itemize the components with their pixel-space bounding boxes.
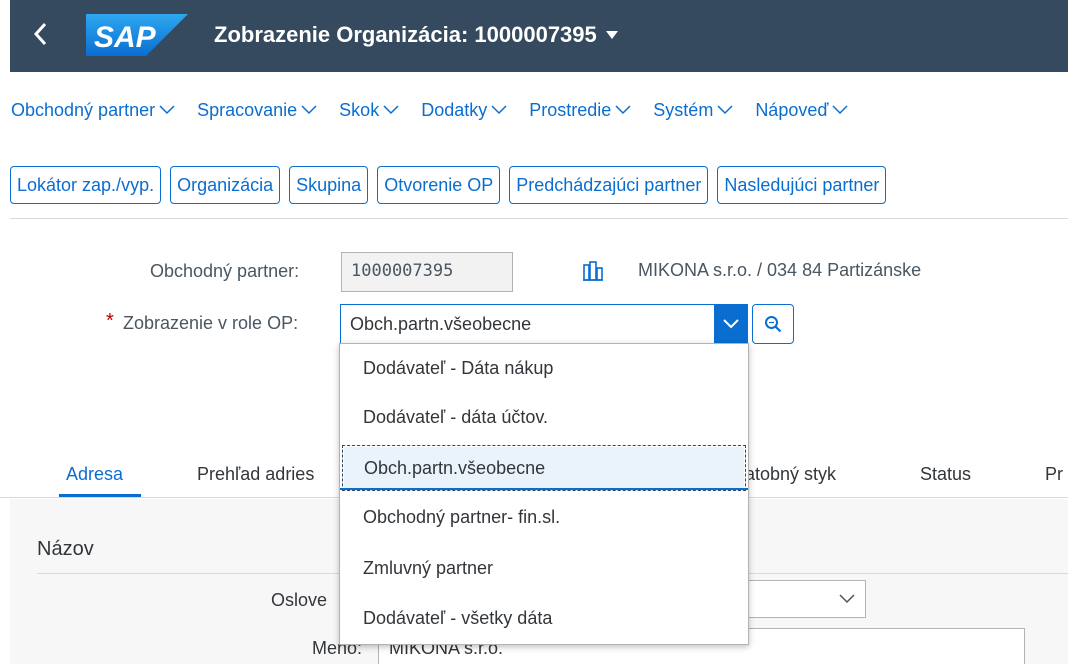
dropdown-option-selected[interactable]: Obch.partn.všeobecne bbox=[342, 445, 746, 491]
menu-label: Nápoveď bbox=[755, 99, 829, 120]
organization-button[interactable]: Organizácia bbox=[170, 166, 281, 204]
salutation-select[interactable] bbox=[740, 580, 866, 618]
active-tab-indicator bbox=[59, 494, 141, 497]
dropdown-option[interactable]: Dodávateľ - všetky dáta bbox=[340, 596, 748, 642]
role-label: Zobrazenie v role OP: bbox=[123, 313, 299, 333]
tab-adresa[interactable]: Adresa bbox=[66, 464, 123, 485]
partner-description: MIKONA s.r.o. / 034 84 Partizánske bbox=[638, 260, 922, 280]
salutation-label: Oslove bbox=[271, 590, 328, 610]
caret-down-icon bbox=[605, 31, 618, 39]
role-dropdown-list: Dodávateľ - Dáta nákup Dodávateľ - dáta … bbox=[339, 343, 749, 645]
back-button[interactable] bbox=[28, 19, 52, 49]
chevron-down-icon bbox=[839, 594, 855, 604]
shell-bar: SAP Zobrazenie Organizácia: 1000007395 bbox=[10, 0, 1068, 72]
app-title[interactable]: Zobrazenie Organizácia: 1000007395 bbox=[214, 22, 619, 48]
chevron-down-icon bbox=[383, 105, 399, 115]
open-bp-button[interactable]: Otvorenie OP bbox=[377, 166, 501, 204]
menu-label: Spracovanie bbox=[197, 99, 298, 120]
menu-dodatky[interactable]: Dodatky bbox=[421, 100, 507, 121]
chevron-left-icon bbox=[33, 22, 47, 46]
partner-field[interactable]: 1000007395 bbox=[341, 252, 513, 292]
role-combobox[interactable]: Obch.partn.všeobecne bbox=[340, 304, 748, 344]
menu-spracovanie[interactable]: Spracovanie bbox=[197, 100, 317, 121]
menu-label: Obchodný partner bbox=[11, 99, 156, 120]
menu-napoved[interactable]: Nápoveď bbox=[755, 100, 848, 121]
toolbar-divider bbox=[10, 218, 1068, 219]
menu-label: Prostredie bbox=[529, 99, 612, 120]
required-indicator: * bbox=[106, 310, 114, 332]
toolbar: Lokátor zap./vyp. Organizácia Skupina Ot… bbox=[10, 166, 887, 204]
dropdown-option[interactable]: Dodávateľ - Dáta nákup bbox=[340, 346, 748, 392]
app-title-text: Zobrazenie Organizácia: 1000007395 bbox=[214, 22, 597, 47]
menu-prostredie[interactable]: Prostredie bbox=[529, 100, 631, 121]
tab-kontakt[interactable]: atobný styk bbox=[745, 464, 836, 485]
dropdown-divider bbox=[340, 488, 748, 490]
chevron-down-icon bbox=[722, 319, 739, 329]
chevron-down-icon bbox=[615, 105, 631, 115]
sap-logo: SAP bbox=[86, 14, 188, 56]
role-search-button[interactable] bbox=[752, 304, 794, 344]
chevron-down-icon bbox=[159, 105, 175, 115]
tab-more[interactable]: Pr bbox=[1045, 464, 1063, 485]
menu-bar: Obchodný partner Spracovanie Skok Dodatk… bbox=[0, 90, 870, 130]
role-dropdown-button[interactable] bbox=[714, 305, 747, 343]
tab-status[interactable]: Status bbox=[920, 464, 971, 485]
locator-toggle-button[interactable]: Lokátor zap./vyp. bbox=[10, 166, 162, 204]
menu-obchodny-partner[interactable]: Obchodný partner bbox=[11, 100, 175, 121]
section-title: Názov bbox=[37, 538, 94, 560]
dropdown-option[interactable]: Dodávateľ - dáta účtov. bbox=[340, 395, 748, 441]
search-icon bbox=[765, 316, 782, 333]
role-value: Obch.partn.všeobecne bbox=[350, 313, 532, 334]
menu-label: Skok bbox=[339, 99, 380, 120]
tab-prehlad-adries[interactable]: Prehľad adries bbox=[197, 464, 314, 485]
chevron-down-icon bbox=[717, 105, 733, 115]
chevron-down-icon bbox=[832, 105, 848, 115]
chevron-down-icon bbox=[301, 105, 317, 115]
dropdown-option[interactable]: Zmluvný partner bbox=[340, 546, 748, 592]
group-button[interactable]: Skupina bbox=[289, 166, 369, 204]
next-partner-button[interactable]: Nasledujúci partner bbox=[717, 166, 887, 204]
svg-text:SAP: SAP bbox=[94, 21, 157, 54]
previous-partner-button[interactable]: Predchádzajúci partner bbox=[509, 166, 709, 204]
chevron-down-icon bbox=[491, 105, 507, 115]
menu-skok[interactable]: Skok bbox=[339, 100, 399, 121]
dropdown-option[interactable]: Obchodný partner- fin.sl. bbox=[340, 495, 748, 541]
menu-system[interactable]: Systém bbox=[653, 100, 733, 121]
menu-label: Systém bbox=[653, 99, 714, 120]
menu-label: Dodatky bbox=[421, 99, 488, 120]
partner-label: Obchodný partner: bbox=[150, 261, 300, 281]
organization-icon bbox=[583, 261, 603, 286]
